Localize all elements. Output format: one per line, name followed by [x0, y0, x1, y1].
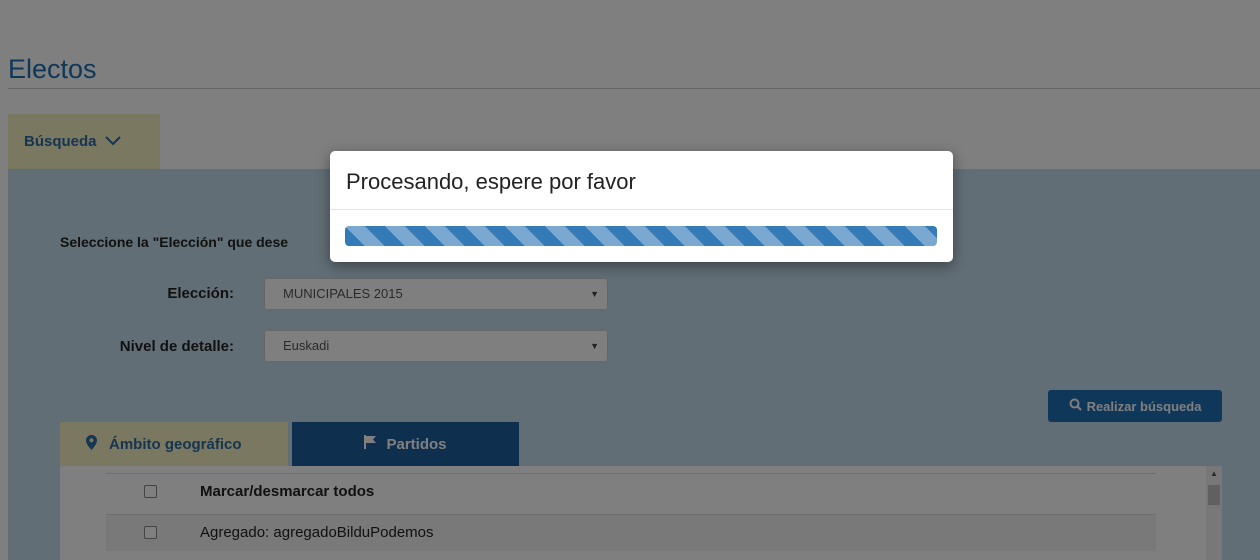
modal-backdrop — [0, 0, 1260, 560]
modal-divider — [330, 209, 953, 210]
progress-bar — [345, 226, 937, 246]
processing-dialog-title: Procesando, espere por favor — [346, 169, 636, 194]
processing-dialog: Procesando, espere por favor — [330, 151, 953, 262]
